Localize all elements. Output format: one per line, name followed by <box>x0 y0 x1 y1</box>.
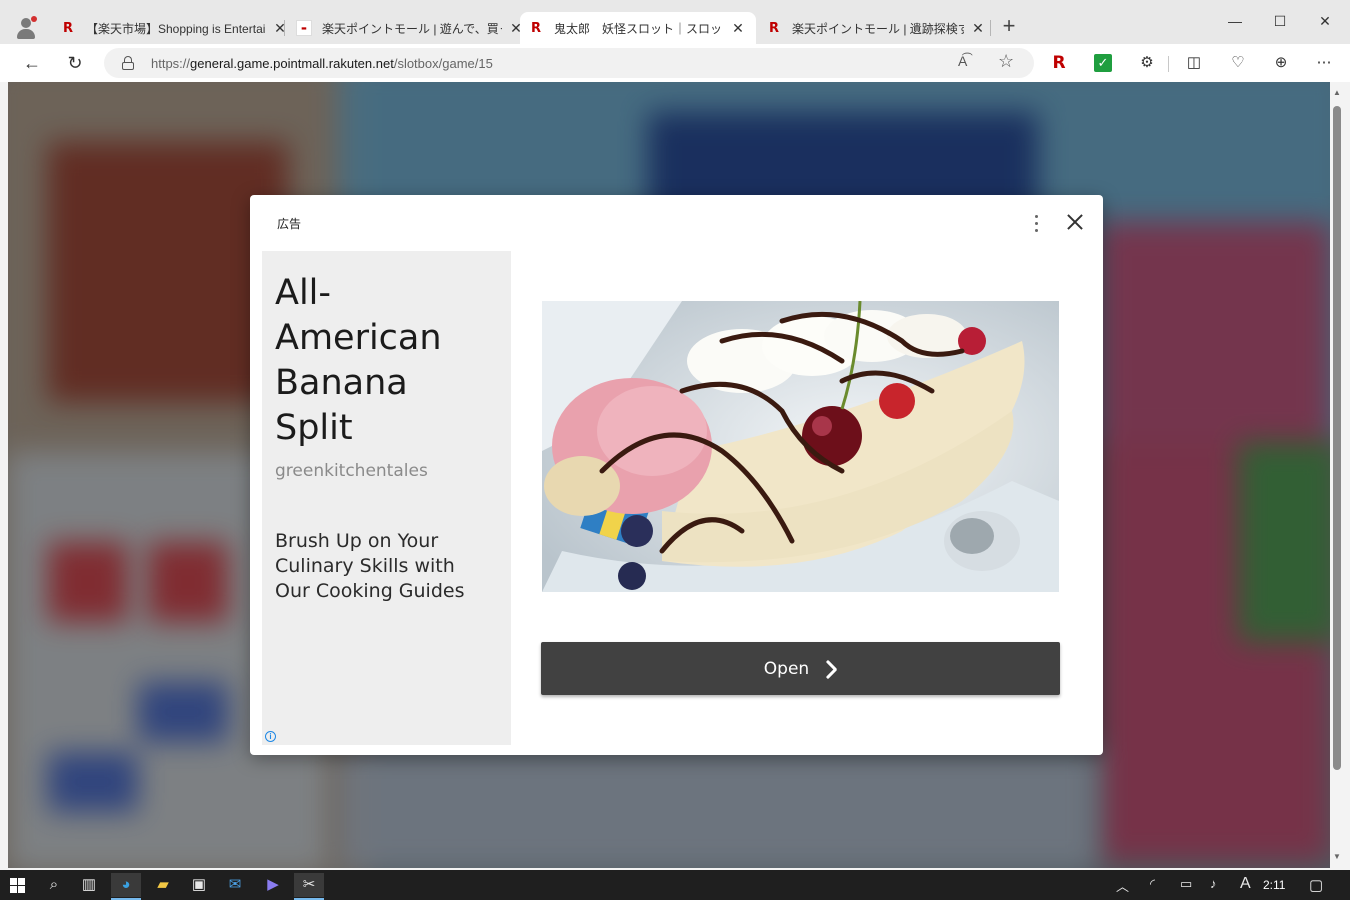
vertical-scrollbar[interactable]: ▲ ▼ <box>1330 82 1344 868</box>
ad-modal: 広告 i All-American Banana Split greenkitc… <box>250 195 1103 755</box>
collections-icon[interactable]: ⊕ <box>1270 52 1292 74</box>
favorite-star-icon[interactable]: ☆ <box>998 51 1014 72</box>
check-extension-icon[interactable]: ✓ <box>1094 54 1112 72</box>
search-icon[interactable]: ⌕ <box>39 873 69 897</box>
minimize-icon[interactable]: — <box>1212 8 1258 36</box>
back-icon[interactable]: ← <box>18 50 46 76</box>
more-options-icon[interactable] <box>1030 213 1044 233</box>
tab-strip: R 【楽天市場】Shopping is Entertain ✕ ▬ 楽天ポイント… <box>0 0 1350 44</box>
profile-icon[interactable] <box>14 16 38 40</box>
maximize-icon[interactable]: ☐ <box>1257 8 1303 36</box>
address-toolbar: ← ↻ https://general.game.pointmall.rakut… <box>0 44 1350 82</box>
close-window-icon[interactable]: ✕ <box>1302 8 1348 36</box>
banana-split-illustration <box>542 301 1059 592</box>
ad-label: 広告 <box>277 217 302 231</box>
close-tab-icon[interactable]: ✕ <box>970 20 986 37</box>
pointmall-icon: ▬ <box>296 20 312 36</box>
open-button-label: Open <box>763 658 810 679</box>
tab-pointmall-sugoroku[interactable]: R 楽天ポイントモール | 遺跡探検すごろ ✕ <box>758 12 994 44</box>
tab-pointmall[interactable]: ▬ 楽天ポイントモール | 遊んで、買って楽 ✕ <box>288 12 532 44</box>
toolbar-divider <box>1168 56 1169 72</box>
notifications-icon[interactable]: ▢ <box>1309 876 1323 894</box>
rakuten-r-icon: R <box>62 20 73 36</box>
close-tab-icon[interactable]: ✕ <box>272 20 288 37</box>
rakuten-extension-icon[interactable]: R <box>1048 52 1070 74</box>
tab-title: 楽天ポイントモール | 遺跡探検すごろ <box>792 21 964 36</box>
volume-icon[interactable]: ♪ <box>1210 876 1217 891</box>
lock-icon[interactable] <box>122 56 134 70</box>
address-bar[interactable]: https://general.game.pointmall.rakuten.n… <box>104 48 1034 78</box>
refresh-icon[interactable]: ↻ <box>61 50 89 76</box>
split-screen-icon[interactable]: ◫ <box>1183 52 1205 74</box>
store-icon[interactable]: ▣ <box>184 873 214 897</box>
read-aloud-icon[interactable]: A͡ <box>958 53 967 69</box>
tab-title: 楽天ポイントモール | 遊んで、買って楽 <box>322 21 502 36</box>
rakuten-r-icon: R <box>530 20 541 36</box>
tab-title: 【楽天市場】Shopping is Entertain <box>86 21 266 36</box>
close-ad-icon[interactable] <box>1064 211 1086 233</box>
url-path: /slotbox/game/15 <box>393 56 493 71</box>
url-text[interactable]: https://general.game.pointmall.rakuten.n… <box>151 56 493 71</box>
taskbar-clock[interactable]: 2:11 <box>1263 878 1285 892</box>
media-player-icon[interactable]: ▶ <box>258 873 288 897</box>
tab-title: 鬼太郎 妖怪スロット｜スロットパラ <box>554 21 724 36</box>
snipping-tool-icon[interactable]: ✂ <box>294 873 324 900</box>
tab-divider <box>284 20 285 36</box>
scrollbar-thumb[interactable] <box>1333 106 1341 770</box>
rakuten-r-icon: R <box>768 20 779 36</box>
task-view-icon[interactable]: ▥ <box>74 873 104 897</box>
ime-indicator[interactable]: A <box>1240 875 1251 893</box>
url-host: general.game.pointmall.rakuten.net <box>190 56 394 71</box>
ad-info-icon[interactable]: i <box>265 731 276 742</box>
network-icon[interactable]: ◜ <box>1150 876 1155 892</box>
tab-kitaro-slot[interactable]: R 鬼太郎 妖怪スロット｜スロットパラ ✕ <box>520 12 756 44</box>
scroll-up-icon[interactable]: ▲ <box>1332 88 1342 97</box>
tab-rakuten-ichiba[interactable]: R 【楽天市場】Shopping is Entertain ✕ <box>52 12 296 44</box>
close-tab-icon[interactable]: ✕ <box>730 20 746 37</box>
url-scheme: https:// <box>151 56 191 71</box>
extensions-puzzle-icon[interactable]: ⚙ <box>1136 52 1158 74</box>
battery-icon[interactable]: ▭ <box>1180 876 1192 892</box>
ad-image-banana-split[interactable] <box>542 301 1059 592</box>
edge-browser-icon[interactable]: ◕ <box>111 873 141 900</box>
scroll-down-icon[interactable]: ▼ <box>1332 852 1342 861</box>
mail-icon[interactable]: ✉ <box>220 873 250 897</box>
show-hidden-icons-icon[interactable]: ︿ <box>1116 876 1129 895</box>
more-menu-icon[interactable]: ⋯ <box>1313 52 1335 74</box>
browser-essentials-icon[interactable]: ♡ <box>1227 52 1249 74</box>
ad-headline[interactable]: All-American Banana Split <box>275 271 475 451</box>
ad-body-text[interactable]: Brush Up on Your Culinary Skills with Ou… <box>275 529 475 604</box>
file-explorer-icon[interactable]: ▰ <box>148 873 178 897</box>
open-button[interactable]: Open <box>541 642 1060 695</box>
windows-start-icon[interactable] <box>10 878 26 894</box>
browser-window: R 【楽天市場】Shopping is Entertain ✕ ▬ 楽天ポイント… <box>0 0 1350 870</box>
ad-advertiser[interactable]: greenkitchentales <box>275 461 428 481</box>
chevron-right-icon <box>823 658 837 680</box>
tab-divider <box>990 20 991 36</box>
windows-taskbar: ⌕ ▥ ◕ ▰ ▣ ✉ ▶ ✂ ︿ ◜ ▭ ♪ A 2:11 ▢ <box>0 870 1350 900</box>
new-tab-button[interactable]: + <box>998 15 1020 38</box>
